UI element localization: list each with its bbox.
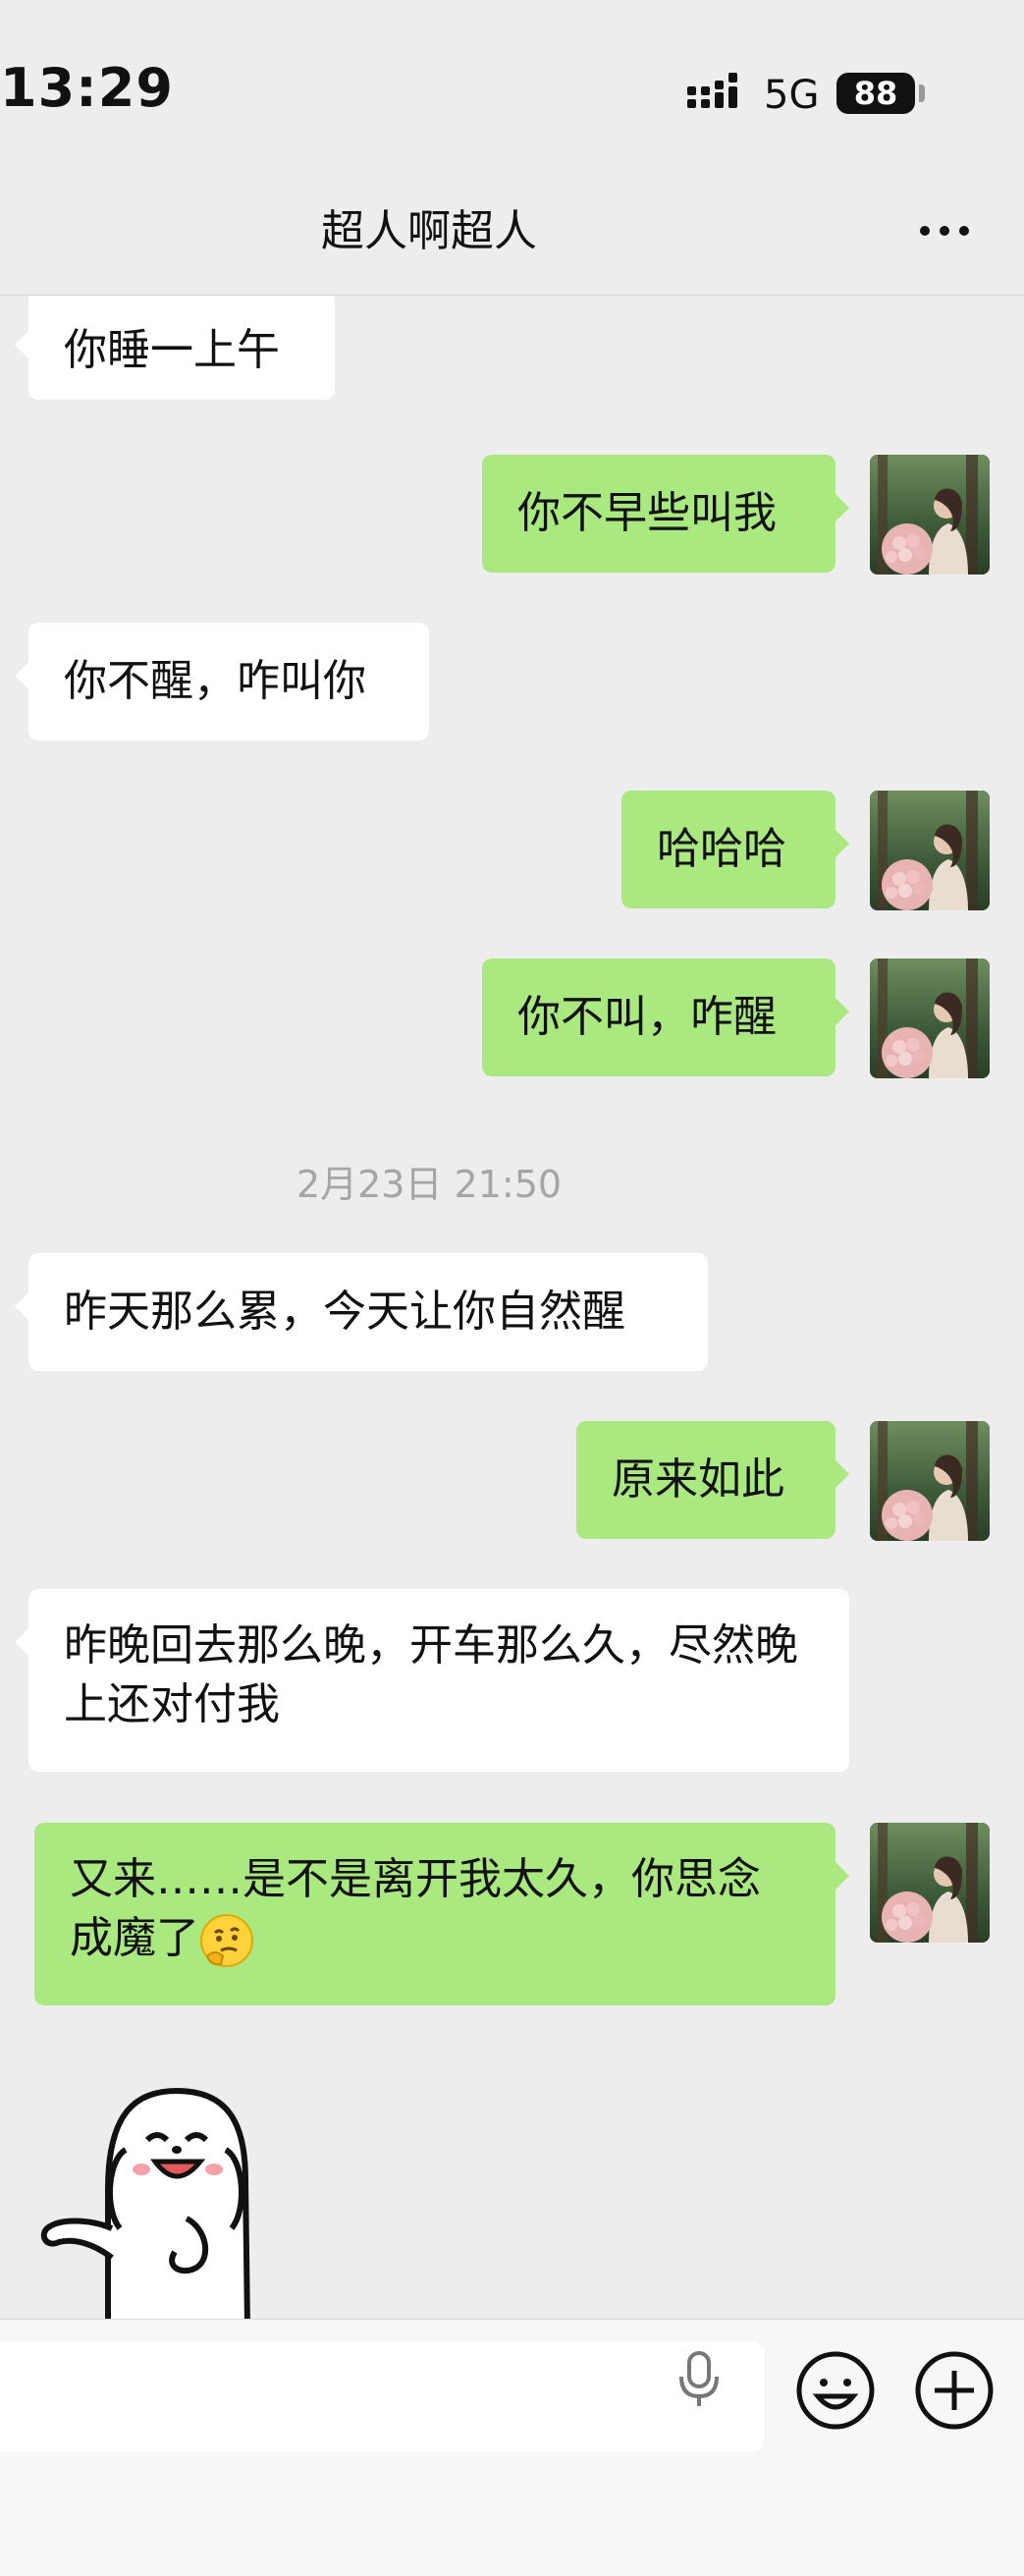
battery-tip xyxy=(919,84,925,102)
message-incoming[interactable]: 你不醒，咋叫你 xyxy=(15,623,429,740)
message-text: 昨晚回去那么晚，开车那么久，尽然晚上还对付我 xyxy=(64,1620,798,1729)
message-list[interactable]: 你睡一上午 你不早些叫我 你不醒，咋叫你 哈哈哈 你不叫，咋醒 2月23日 21… xyxy=(0,296,1024,2319)
message-text: 昨天那么累，今天让你自然醒 xyxy=(64,1287,625,1337)
message-incoming[interactable]: 昨天那么累，今天让你自然醒 xyxy=(15,1253,708,1371)
message-outgoing[interactable]: 又来……是不是离开我太久，你思念成魔了 xyxy=(34,1823,849,2005)
time-divider: 2月23日 21:50 xyxy=(296,1163,563,1206)
avatar[interactable] xyxy=(870,1823,990,1943)
message-incoming[interactable]: 昨晚回去那么晚，开车那么久，尽然晚上还对付我 xyxy=(15,1589,849,1772)
battery-indicator: 88 xyxy=(836,73,915,114)
avatar[interactable] xyxy=(870,959,990,1078)
message-outgoing[interactable]: 原来如此 xyxy=(576,1421,849,1539)
message-text: 你睡一上午 xyxy=(64,325,280,375)
avatar[interactable] xyxy=(870,791,990,910)
chat-header: 超人啊超人 xyxy=(0,187,1024,296)
status-bar: 13:29 5G 88 xyxy=(0,0,1024,187)
more-icon[interactable] xyxy=(915,216,974,246)
message-outgoing[interactable]: 你不叫，咋醒 xyxy=(482,959,849,1076)
clock: 13:29 xyxy=(0,57,174,119)
message-input[interactable] xyxy=(0,2341,764,2451)
message-outgoing[interactable]: 你不早些叫我 xyxy=(482,455,849,573)
message-text: 原来如此 xyxy=(612,1454,784,1505)
message-text: 哈哈哈 xyxy=(657,824,786,874)
message-text: 又来……是不是离开我太久，你思念成魔了 xyxy=(70,1854,761,1963)
thinking-face-icon xyxy=(200,1914,253,1967)
signal-icon xyxy=(687,73,737,108)
message-text: 你不早些叫我 xyxy=(517,488,777,538)
message-incoming[interactable]: 你睡一上午 xyxy=(15,296,335,400)
network-type: 5G xyxy=(764,73,820,118)
sticker-dog-waving[interactable] xyxy=(39,2071,295,2319)
input-bar xyxy=(0,2319,1024,2576)
avatar[interactable] xyxy=(870,455,990,575)
chat-title: 超人啊超人 xyxy=(321,206,537,256)
plus-icon[interactable] xyxy=(913,2349,996,2432)
message-text: 你不醒，咋叫你 xyxy=(64,656,366,706)
emoji-icon[interactable] xyxy=(794,2349,877,2432)
avatar[interactable] xyxy=(870,1421,990,1541)
message-outgoing[interactable]: 哈哈哈 xyxy=(621,791,849,908)
message-text: 你不叫，咋醒 xyxy=(517,992,777,1042)
mic-icon[interactable] xyxy=(677,2349,721,2408)
